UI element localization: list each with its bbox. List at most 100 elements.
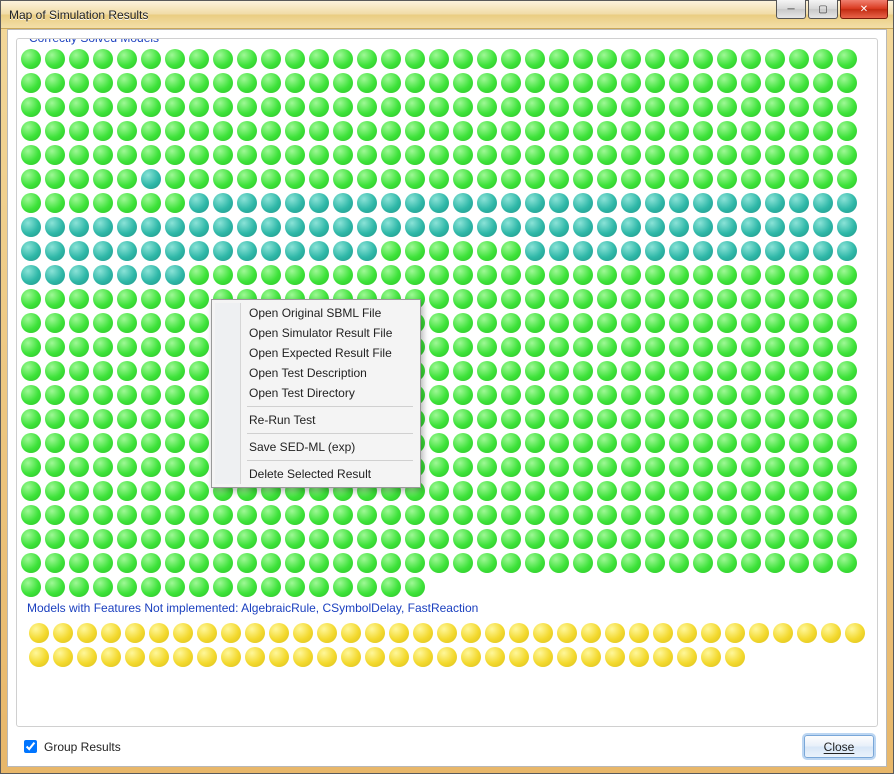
result-dot[interactable] bbox=[461, 623, 481, 643]
result-dot[interactable] bbox=[309, 577, 329, 597]
result-dot[interactable] bbox=[669, 433, 689, 453]
result-dot[interactable] bbox=[813, 289, 833, 309]
result-dot[interactable] bbox=[597, 193, 617, 213]
result-dot[interactable] bbox=[645, 145, 665, 165]
result-dot[interactable] bbox=[429, 409, 449, 429]
result-dot[interactable] bbox=[269, 647, 289, 667]
result-dot[interactable] bbox=[717, 49, 737, 69]
result-dot[interactable] bbox=[533, 647, 553, 667]
context-menu-item[interactable]: Open Test Directory bbox=[215, 383, 417, 403]
result-dot[interactable] bbox=[21, 265, 41, 285]
result-dot[interactable] bbox=[837, 433, 857, 453]
result-dot[interactable] bbox=[333, 265, 353, 285]
result-dot[interactable] bbox=[21, 121, 41, 141]
result-dot[interactable] bbox=[429, 73, 449, 93]
result-dot[interactable] bbox=[45, 73, 65, 93]
unimplemented-models-grid[interactable] bbox=[21, 617, 873, 673]
result-dot[interactable] bbox=[597, 73, 617, 93]
result-dot[interactable] bbox=[693, 217, 713, 237]
result-dot[interactable] bbox=[141, 337, 161, 357]
result-dot[interactable] bbox=[93, 97, 113, 117]
result-dot[interactable] bbox=[509, 647, 529, 667]
result-dot[interactable] bbox=[837, 385, 857, 405]
result-dot[interactable] bbox=[669, 313, 689, 333]
result-dot[interactable] bbox=[669, 169, 689, 189]
result-dot[interactable] bbox=[669, 409, 689, 429]
result-dot[interactable] bbox=[309, 529, 329, 549]
result-dot[interactable] bbox=[645, 409, 665, 429]
result-dot[interactable] bbox=[429, 289, 449, 309]
result-dot[interactable] bbox=[741, 97, 761, 117]
result-dot[interactable] bbox=[669, 49, 689, 69]
result-dot[interactable] bbox=[549, 217, 569, 237]
result-dot[interactable] bbox=[293, 623, 313, 643]
result-dot[interactable] bbox=[365, 647, 385, 667]
result-dot[interactable] bbox=[741, 337, 761, 357]
result-dot[interactable] bbox=[213, 505, 233, 525]
result-dot[interactable] bbox=[605, 647, 625, 667]
result-dot[interactable] bbox=[789, 481, 809, 501]
result-dot[interactable] bbox=[573, 529, 593, 549]
result-dot[interactable] bbox=[645, 241, 665, 261]
result-dot[interactable] bbox=[693, 337, 713, 357]
result-dot[interactable] bbox=[741, 241, 761, 261]
result-dot[interactable] bbox=[381, 577, 401, 597]
result-dot[interactable] bbox=[213, 553, 233, 573]
result-dot[interactable] bbox=[789, 241, 809, 261]
result-dot[interactable] bbox=[21, 289, 41, 309]
result-dot[interactable] bbox=[717, 505, 737, 525]
result-dot[interactable] bbox=[813, 97, 833, 117]
result-dot[interactable] bbox=[525, 481, 545, 501]
result-dot[interactable] bbox=[285, 577, 305, 597]
result-dot[interactable] bbox=[405, 73, 425, 93]
result-dot[interactable] bbox=[717, 529, 737, 549]
result-dot[interactable] bbox=[141, 577, 161, 597]
result-dot[interactable] bbox=[453, 361, 473, 381]
result-dot[interactable] bbox=[381, 265, 401, 285]
result-dot[interactable] bbox=[501, 289, 521, 309]
result-dot[interactable] bbox=[741, 529, 761, 549]
result-dot[interactable] bbox=[189, 49, 209, 69]
result-dot[interactable] bbox=[117, 217, 137, 237]
result-dot[interactable] bbox=[69, 481, 89, 501]
result-dot[interactable] bbox=[677, 623, 697, 643]
result-dot[interactable] bbox=[693, 457, 713, 477]
result-dot[interactable] bbox=[597, 481, 617, 501]
result-dot[interactable] bbox=[557, 647, 577, 667]
result-dot[interactable] bbox=[69, 97, 89, 117]
result-dot[interactable] bbox=[765, 313, 785, 333]
result-dot[interactable] bbox=[453, 409, 473, 429]
result-dot[interactable] bbox=[789, 313, 809, 333]
result-dot[interactable] bbox=[549, 457, 569, 477]
result-dot[interactable] bbox=[525, 313, 545, 333]
result-dot[interactable] bbox=[165, 241, 185, 261]
result-dot[interactable] bbox=[317, 623, 337, 643]
result-dot[interactable] bbox=[21, 577, 41, 597]
result-dot[interactable] bbox=[189, 433, 209, 453]
result-dot[interactable] bbox=[501, 361, 521, 381]
result-dot[interactable] bbox=[549, 385, 569, 405]
result-dot[interactable] bbox=[189, 457, 209, 477]
result-dot[interactable] bbox=[197, 647, 217, 667]
result-dot[interactable] bbox=[437, 623, 457, 643]
result-dot[interactable] bbox=[693, 385, 713, 405]
result-dot[interactable] bbox=[189, 145, 209, 165]
result-dot[interactable] bbox=[549, 361, 569, 381]
result-dot[interactable] bbox=[645, 289, 665, 309]
result-dot[interactable] bbox=[285, 529, 305, 549]
result-dot[interactable] bbox=[405, 553, 425, 573]
result-dot[interactable] bbox=[693, 529, 713, 549]
result-dot[interactable] bbox=[213, 121, 233, 141]
result-dot[interactable] bbox=[261, 265, 281, 285]
result-dot[interactable] bbox=[309, 505, 329, 525]
result-dot[interactable] bbox=[285, 73, 305, 93]
result-dot[interactable] bbox=[837, 121, 857, 141]
result-dot[interactable] bbox=[261, 73, 281, 93]
result-dot[interactable] bbox=[381, 121, 401, 141]
result-dot[interactable] bbox=[453, 193, 473, 213]
result-dot[interactable] bbox=[789, 169, 809, 189]
result-dot[interactable] bbox=[45, 481, 65, 501]
result-dot[interactable] bbox=[141, 433, 161, 453]
result-dot[interactable] bbox=[165, 337, 185, 357]
result-dot[interactable] bbox=[165, 217, 185, 237]
